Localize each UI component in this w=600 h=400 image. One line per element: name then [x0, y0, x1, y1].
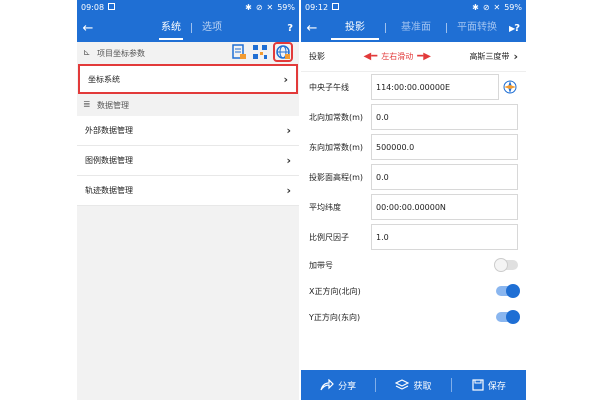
toggle-knob — [506, 284, 520, 298]
y-east-toggle[interactable] — [496, 310, 520, 324]
coordinate-system-label: 坐标系统 — [88, 74, 120, 84]
toggle-row-add-zone: 加带号 — [301, 252, 526, 278]
swipe-hint: ◀━ 左右滑动 ━▶ — [364, 51, 431, 62]
projection-selector[interactable]: 投影 ◀━ 左右滑动 ━▶ 高斯三度带 › — [301, 42, 526, 72]
compass-icon[interactable] — [503, 80, 517, 94]
save-label: 保存 — [487, 381, 506, 392]
bluetooth-icon: ✱ — [472, 2, 479, 12]
projection-label: 投影 — [309, 52, 325, 61]
share-button[interactable]: 分享 — [301, 379, 375, 392]
system-screen: 09:08 ✱ ⊘ ✕ 59% ← 系统 选项 ? ⊾ 项目坐标参数 坐标系统 … — [77, 0, 299, 400]
field-scale-factor: 比例尺因子 1.0 — [301, 222, 526, 252]
chevron-right-icon: › — [513, 50, 518, 63]
field-label: 比例尺因子 — [309, 232, 349, 242]
chevron-right-icon: › — [286, 124, 291, 137]
add-zone-toggle[interactable] — [494, 258, 518, 272]
notification-icon — [332, 2, 340, 10]
average-latitude-input[interactable]: 00:00:00.00000N — [371, 194, 518, 220]
field-east-offset: 东向加常数(m) 500000.0 — [301, 132, 526, 162]
central-meridian-input[interactable]: 114:00:00.00000E — [371, 74, 499, 100]
arrow-left-icon: ◀━ — [363, 51, 378, 62]
battery-level: 59% — [504, 2, 522, 12]
toggle-label: X正方向(北向) — [309, 286, 361, 296]
layers-download-icon — [395, 379, 410, 390]
mute-icon: ⊘ — [482, 2, 490, 12]
tab-projection[interactable]: 投影 — [325, 14, 385, 42]
tab-system[interactable]: 系统 — [159, 14, 183, 42]
chevron-right-icon: › — [286, 184, 291, 197]
status-time: 09:12 — [305, 2, 329, 12]
status-bar: 09:08 ✱ ⊘ ✕ 59% — [77, 0, 299, 14]
wifi-off-icon: ✕ — [493, 2, 501, 12]
tab-datum[interactable]: 基准面 — [386, 14, 446, 42]
toggle-label: Y正方向(东向) — [309, 312, 361, 322]
help-button[interactable]: ? — [287, 23, 293, 34]
back-arrow-icon[interactable]: ← — [301, 21, 323, 36]
east-offset-input[interactable]: 500000.0 — [371, 134, 518, 160]
field-label: 中央子午线 — [309, 82, 349, 92]
toggle-knob — [506, 310, 520, 324]
project-params-header: ⊾ 项目坐标参数 — [77, 42, 299, 64]
battery-level: 59% — [277, 2, 295, 12]
field-north-offset: 北向加常数(m) 0.0 — [301, 102, 526, 132]
tab-divider — [191, 23, 192, 33]
help-button[interactable]: ? — [514, 23, 520, 34]
back-arrow-icon[interactable]: ← — [77, 21, 99, 36]
field-label: 投影面高程(m) — [309, 172, 364, 182]
field-projection-elevation: 投影面高程(m) 0.0 — [301, 162, 526, 192]
bluetooth-icon: ✱ — [245, 2, 252, 12]
data-management-header: ≣ 数据管理 — [77, 94, 299, 116]
status-time: 09:08 — [81, 2, 105, 12]
list-item-legend-data[interactable]: 图例数据管理 › — [77, 146, 299, 176]
coordinate-system-item[interactable]: 坐标系统 › — [78, 64, 298, 94]
share-label: 分享 — [338, 381, 357, 392]
tab-plane-transform[interactable]: 平面转换 — [447, 14, 507, 42]
toggle-row-x-north: X正方向(北向) — [301, 278, 526, 304]
document-edit-icon[interactable] — [231, 44, 247, 60]
bottom-action-bar: 分享 获取 保存 — [301, 370, 526, 400]
toggle-row-y-east: Y正方向(东向) — [301, 304, 526, 330]
field-label: 东向加常数(m) — [309, 142, 364, 152]
notification-icon — [108, 2, 116, 10]
list-item-label: 外部数据管理 — [85, 126, 133, 135]
list-item-label: 轨迹数据管理 — [85, 186, 133, 195]
chevron-right-icon: › — [286, 154, 291, 167]
save-icon — [472, 379, 484, 391]
list-item-external-data[interactable]: 外部数据管理 › — [77, 116, 299, 146]
list-item-label: 图例数据管理 — [85, 156, 133, 165]
group-title: 项目坐标参数 — [97, 48, 145, 58]
arrow-right-icon: ━▶ — [417, 51, 431, 62]
field-average-latitude: 平均纬度 00:00:00.00000N — [301, 192, 526, 222]
scale-factor-input[interactable]: 1.0 — [371, 224, 518, 250]
projection-screen: 09:12 ✱ ⊘ ✕ 59% ← 投影 基准面 平面转换 ▶ ? 投影 ◀━ … — [301, 0, 526, 400]
toggle-label: 加带号 — [309, 260, 333, 270]
list-item-track-data[interactable]: 轨迹数据管理 › — [77, 176, 299, 206]
save-button[interactable]: 保存 — [452, 379, 526, 392]
north-offset-input[interactable]: 0.0 — [371, 104, 518, 130]
projection-elevation-input[interactable]: 0.0 — [371, 164, 518, 190]
title-bar: ← 投影 基准面 平面转换 ▶ ? — [301, 14, 526, 42]
x-north-toggle[interactable] — [496, 284, 520, 298]
title-bar: ← 系统 选项 ? — [77, 14, 299, 42]
list-icon: ≣ — [83, 100, 91, 110]
chart-axis-icon: ⊾ — [83, 48, 91, 58]
get-label: 获取 — [413, 381, 432, 392]
toggle-knob — [494, 258, 508, 272]
field-label: 平均纬度 — [309, 202, 341, 212]
share-icon — [320, 379, 335, 391]
globe-settings-icon[interactable] — [273, 42, 293, 62]
status-bar: 09:12 ✱ ⊘ ✕ 59% — [301, 0, 526, 14]
wifi-off-icon: ✕ — [266, 2, 274, 12]
field-central-meridian: 中央子午线 114:00:00.00000E — [301, 72, 526, 102]
mute-icon: ⊘ — [255, 2, 263, 12]
get-button[interactable]: 获取 — [376, 379, 450, 392]
tab-options[interactable]: 选项 — [202, 14, 222, 42]
group-title: 数据管理 — [97, 100, 129, 110]
swipe-hint-text: 左右滑动 — [381, 52, 414, 61]
qr-code-icon[interactable] — [252, 44, 268, 60]
chevron-right-icon: › — [283, 72, 288, 86]
projection-value: 高斯三度带 — [469, 52, 510, 61]
field-label: 北向加常数(m) — [309, 112, 364, 122]
